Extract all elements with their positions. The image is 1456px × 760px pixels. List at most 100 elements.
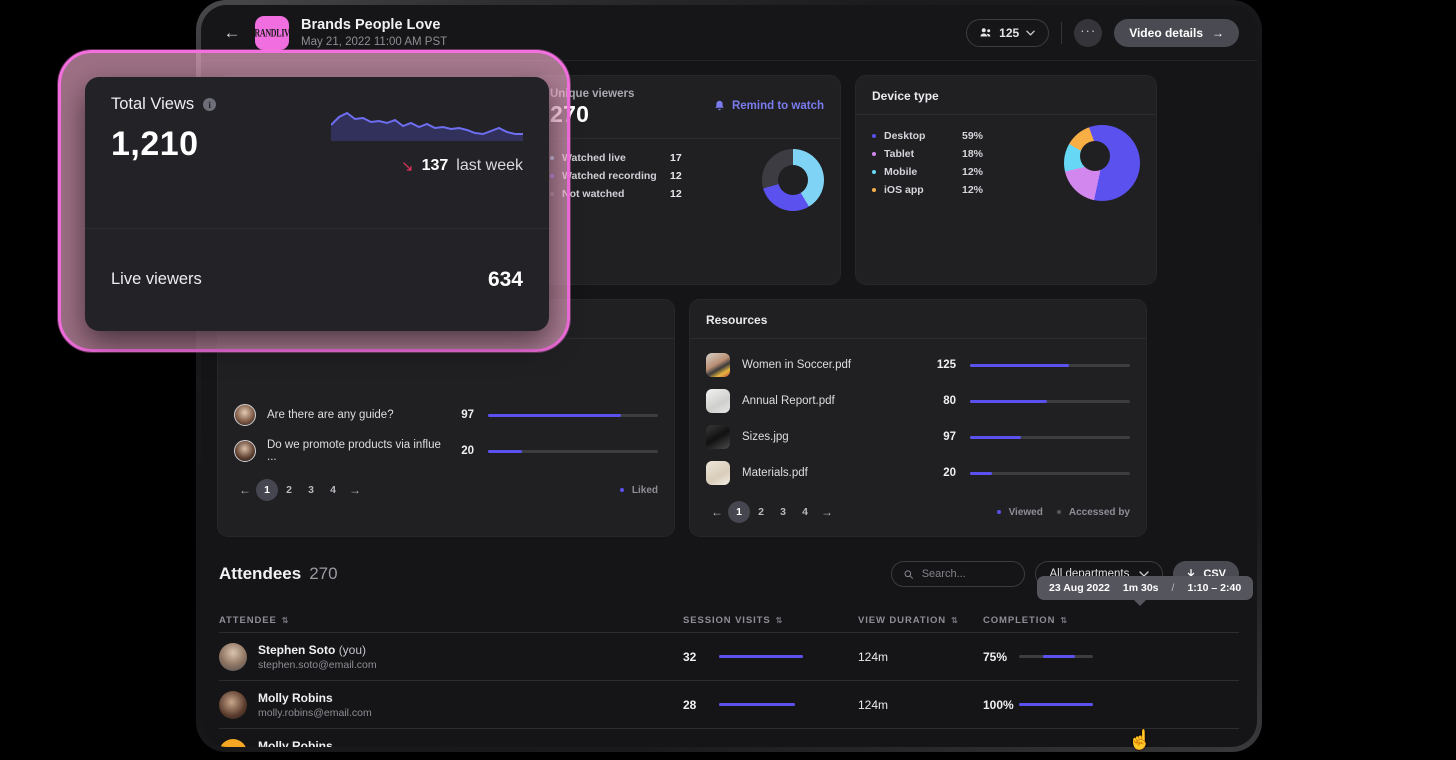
table-row[interactable]: CR Molly Robins claire.ross@email.com 27 bbox=[219, 728, 1239, 747]
session-visits-bar bbox=[719, 703, 795, 706]
session-visits-value: 28 bbox=[683, 697, 697, 712]
column-header-completion[interactable]: COMPLETION ⇅ bbox=[983, 615, 1153, 626]
attendee-name: Molly Robins bbox=[258, 691, 372, 705]
avatar bbox=[219, 690, 247, 719]
next-page-button[interactable]: → bbox=[344, 479, 366, 501]
video-details-button[interactable]: Video details → bbox=[1114, 18, 1239, 47]
attendee-cell: Stephen Soto (you) stephen.soto@email.co… bbox=[219, 642, 683, 671]
completion-bar[interactable] bbox=[1019, 655, 1093, 658]
resources-legend: Viewed Accessed by bbox=[996, 506, 1130, 518]
attendee-cell: Molly Robins molly.robins@email.com bbox=[219, 690, 683, 719]
view-duration-cell: 124m bbox=[858, 649, 889, 664]
device-type-donut-chart bbox=[1064, 125, 1140, 201]
page-button-1[interactable]: 1 bbox=[728, 501, 750, 523]
legend-label: Viewed bbox=[1008, 506, 1043, 518]
resource-value: 80 bbox=[943, 395, 956, 407]
question-value: 20 bbox=[461, 445, 474, 457]
brand-logo: BRANDLIVE bbox=[255, 15, 289, 50]
unique-viewers-card: Unique viewers 270 Remind to watch bbox=[533, 75, 841, 285]
page-title: Brands People Love bbox=[301, 16, 441, 33]
list-item[interactable]: Sizes.jpg 97 bbox=[690, 419, 1146, 455]
header-divider bbox=[1061, 21, 1063, 44]
list-item[interactable]: Women in Soccer.pdf 125 bbox=[690, 347, 1146, 383]
remind-to-watch-button[interactable]: Remind to watch bbox=[714, 100, 824, 112]
legend-item: Desktop 59% bbox=[872, 127, 1064, 145]
legend-item: iOS app 12% bbox=[872, 181, 1064, 199]
completion-bar-fill bbox=[1042, 655, 1076, 658]
prev-page-button[interactable]: ← bbox=[234, 479, 256, 501]
resource-name: Annual Report.pdf bbox=[742, 395, 835, 407]
column-header-attendee[interactable]: ATTENDEE ⇅ bbox=[219, 615, 683, 626]
view-duration-cell: 124m bbox=[858, 697, 889, 712]
avatar: CR bbox=[219, 738, 247, 747]
legend-item: Liked bbox=[619, 485, 658, 496]
unique-viewers-body: Watched live 17 Watched recording 12 Not… bbox=[534, 139, 840, 225]
legend-label: Tablet bbox=[884, 148, 915, 160]
column-header-view-duration[interactable]: VIEW DURATION ⇅ bbox=[858, 615, 983, 626]
attendees-table-header: ATTENDEE ⇅ SESSION VISITS ⇅ VIEW DURATIO… bbox=[219, 615, 1239, 632]
legend-label: Accessed by bbox=[1068, 506, 1130, 518]
table-row[interactable]: Molly Robins molly.robins@email.com 28 1… bbox=[219, 680, 1239, 728]
page-button-4[interactable]: 4 bbox=[794, 501, 816, 523]
page-button-4[interactable]: 4 bbox=[322, 479, 344, 501]
legend-value: 59% bbox=[962, 130, 984, 142]
legend-label: Watched recording bbox=[562, 170, 657, 182]
pointer-cursor: ☝ bbox=[1128, 730, 1152, 751]
question-bar bbox=[488, 449, 658, 453]
legend-dot bbox=[1056, 510, 1061, 514]
session-visits-cell: 28 bbox=[683, 698, 858, 712]
page-button-2[interactable]: 2 bbox=[750, 501, 772, 523]
more-options-button[interactable]: ··· bbox=[1074, 18, 1103, 47]
avatar bbox=[234, 404, 256, 426]
legend-item: Watched recording 12 bbox=[550, 167, 762, 185]
completion-bar[interactable] bbox=[1019, 703, 1093, 706]
prev-page-button[interactable]: ← bbox=[706, 501, 728, 523]
sort-icon: ⇅ bbox=[775, 616, 784, 625]
question-bar bbox=[488, 413, 658, 417]
info-icon[interactable]: i bbox=[203, 98, 217, 111]
list-item[interactable]: Annual Report.pdf 80 bbox=[690, 383, 1146, 419]
search-input[interactable] bbox=[891, 561, 1026, 587]
arrow-left-icon[interactable]: ← bbox=[219, 20, 245, 46]
page-button-1[interactable]: 1 bbox=[256, 479, 278, 501]
question-text: Are there are any guide? bbox=[267, 409, 394, 421]
attendee-name: Stephen Soto (you) bbox=[258, 643, 377, 657]
page-button-3[interactable]: 3 bbox=[300, 479, 322, 501]
legend-item: Accessed by bbox=[1056, 506, 1130, 518]
legend-label: Watched live bbox=[562, 152, 626, 164]
file-image-icon bbox=[706, 425, 730, 449]
sort-icon: ⇅ bbox=[281, 616, 290, 625]
legend-item: Not watched 12 bbox=[550, 185, 762, 203]
unique-viewers-donut-chart bbox=[762, 149, 824, 211]
file-image-icon bbox=[706, 353, 730, 377]
list-item[interactable]: Materials.pdf 20 bbox=[690, 455, 1146, 491]
table-row[interactable]: Stephen Soto (you) stephen.soto@email.co… bbox=[219, 632, 1239, 680]
legend-dot bbox=[619, 488, 624, 492]
legend-item: Watched live 17 bbox=[550, 149, 762, 167]
next-page-button[interactable]: → bbox=[816, 501, 838, 523]
resources-footer: ← 1 2 3 4 → Viewed Accessed by bbox=[690, 491, 1146, 536]
legend-dot bbox=[872, 188, 876, 192]
resource-bar bbox=[970, 399, 1130, 403]
viewers-count-label: 125 bbox=[999, 25, 1020, 40]
page-button-2[interactable]: 2 bbox=[278, 479, 300, 501]
search-field[interactable] bbox=[921, 568, 1013, 580]
event-title-block: Brands People Love May 21, 2022 11:00 AM… bbox=[301, 16, 447, 50]
attendee-email: stephen.soto@email.com bbox=[258, 658, 377, 671]
viewers-count-button[interactable]: 125 bbox=[966, 18, 1050, 47]
legend-item: Tablet 18% bbox=[872, 145, 1064, 163]
list-item[interactable]: Do we promote products via influe ... 20 bbox=[218, 433, 674, 469]
legend-label: Desktop bbox=[884, 130, 926, 142]
list-item[interactable]: Are there are any guide? 97 bbox=[218, 397, 674, 433]
avatar bbox=[234, 440, 256, 462]
column-header-session-visits[interactable]: SESSION VISITS ⇅ bbox=[683, 615, 858, 626]
resources-title: Resources bbox=[706, 313, 768, 327]
completion-value: 100% bbox=[983, 697, 1014, 712]
session-visits-bar bbox=[719, 655, 803, 658]
resource-bar bbox=[970, 363, 1130, 367]
question-bar-fill bbox=[488, 413, 621, 417]
legend-dot bbox=[872, 170, 876, 174]
completion-cell: 75% bbox=[983, 650, 1153, 664]
page-button-3[interactable]: 3 bbox=[772, 501, 794, 523]
questions-footer: ← 1 2 3 4 → Liked bbox=[218, 469, 674, 514]
